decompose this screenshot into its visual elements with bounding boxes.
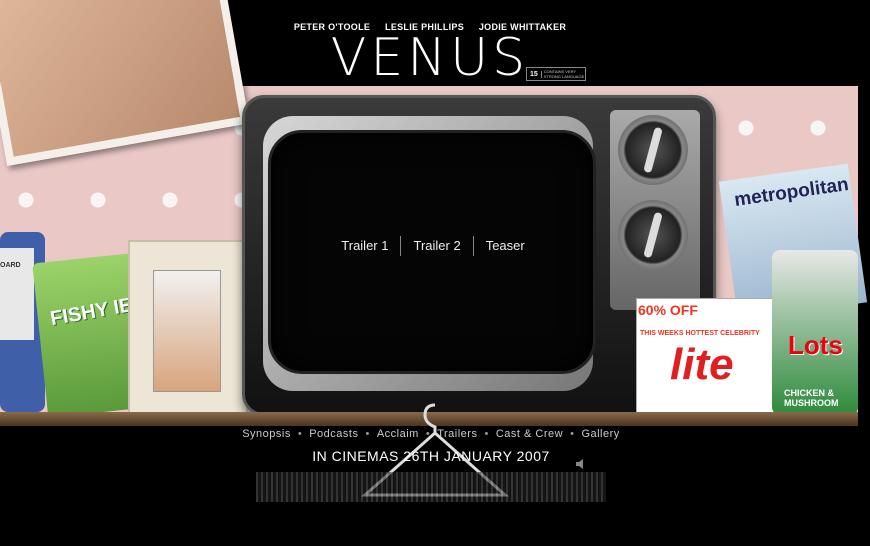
device-label: OARD [0,262,21,269]
nav-podcasts[interactable]: Podcasts [305,428,362,440]
noodle-flavour: CHICKEN & MUSHROOM [784,388,839,408]
release-date: IN CINEMAS 26TH JANUARY 2007 [312,448,550,464]
nav-separator: • [425,428,431,440]
lite-subtitle: THIS WEEKS HOTTEST CELEBRITY [640,330,760,337]
nav-separator: • [484,428,489,440]
nav-separator: • [297,428,303,440]
channel-knob-icon [618,115,688,185]
credits-block [256,472,606,502]
sound-icon[interactable] [574,457,588,471]
volume-knob-icon [618,200,688,270]
nav-trailers[interactable]: Trailers [433,428,481,440]
nav-synopsis[interactable]: Synopsis [238,428,295,440]
rating-badge: 15 CONTAINS VERY STRONG LANGUAGE [526,67,586,81]
lite-title: lite [670,340,734,389]
lite-promo: 60% OFF [638,302,698,318]
rating-number: 15 [527,70,542,78]
trailer-2-link[interactable]: Trailer 2 [400,236,472,256]
main-nav: Synopsis • Podcasts • Acclaim • Trailers… [0,428,862,440]
trailer-1-link[interactable]: Trailer 1 [329,236,400,256]
nav-gallery[interactable]: Gallery [577,428,623,440]
nav-separator: • [365,428,370,440]
trailer-menu: Trailer 1 Trailer 2 Teaser [328,236,538,256]
teaser-link[interactable]: Teaser [472,236,537,256]
rating-text: CONTAINS VERY STRONG LANGUAGE [543,69,585,79]
nav-acclaim[interactable]: Acclaim [373,428,423,440]
nav-cast-crew[interactable]: Cast & Crew [492,428,567,440]
noodle-brand: Lots [788,330,843,360]
framed-photo [153,270,221,392]
nav-separator: • [570,428,575,440]
